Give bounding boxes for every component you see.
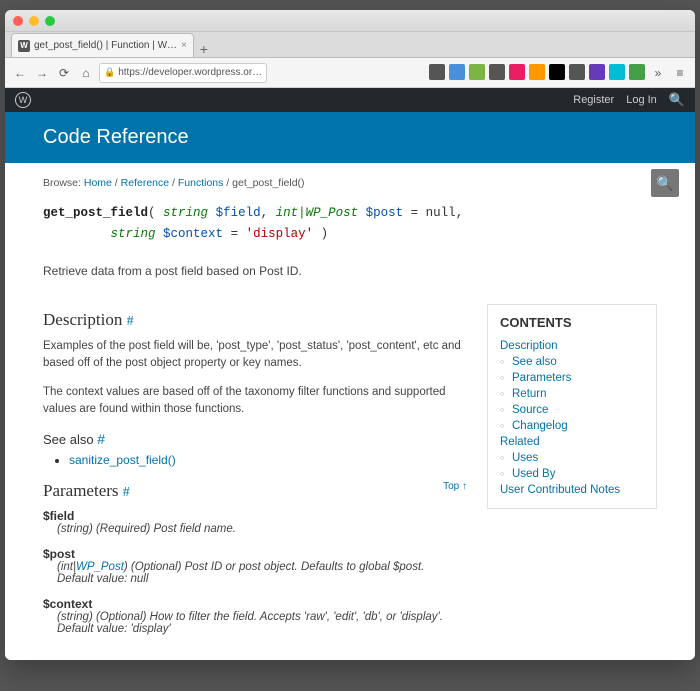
wp-admin-bar: W Register Log In 🔍	[5, 88, 695, 112]
wordpress-logo-icon[interactable]: W	[15, 92, 31, 108]
ext-icon[interactable]	[589, 64, 605, 80]
register-link[interactable]: Register	[573, 94, 614, 106]
toc-changelog[interactable]: Changelog	[500, 418, 644, 434]
top-link[interactable]: Top ↑	[443, 481, 467, 492]
toc-return[interactable]: Return	[500, 386, 644, 402]
fn-name: get_post_field	[43, 206, 148, 220]
toc-seealso[interactable]: See also	[500, 354, 644, 370]
maximize-window-button[interactable]	[45, 16, 55, 26]
tab-title: get_post_field() | Function | W…	[34, 40, 177, 51]
ext-icon[interactable]	[509, 64, 525, 80]
heading-text: Parameters	[43, 481, 119, 500]
param-type: int|WP_Post	[276, 206, 359, 220]
admin-search-icon[interactable]: 🔍	[669, 92, 685, 108]
wp-post-link[interactable]: WP_Post	[76, 561, 124, 573]
content-area: 🔍 Browse: Home / Reference / Functions /…	[5, 163, 695, 660]
param-type: string	[111, 227, 156, 241]
param-default: null	[426, 206, 456, 220]
toc-description[interactable]: Description	[500, 338, 644, 354]
close-tab-icon[interactable]: ×	[181, 40, 187, 51]
param-type: string	[163, 206, 208, 220]
menu-icon[interactable]: ≡	[671, 64, 689, 82]
login-link[interactable]: Log In	[626, 94, 657, 106]
ext-icon[interactable]	[449, 64, 465, 80]
breadcrumb-current: get_post_field()	[232, 177, 304, 189]
toc-title: CONTENTS	[500, 315, 644, 330]
search-button[interactable]: 🔍	[651, 169, 679, 197]
see-also-heading: See also #	[43, 431, 467, 447]
ext-icon[interactable]	[489, 64, 505, 80]
ext-icon[interactable]	[549, 64, 565, 80]
section-anchor[interactable]: #	[127, 314, 134, 329]
param-default: 'display'	[246, 227, 314, 241]
param-default: Default value: 'display'	[43, 623, 467, 635]
section-anchor[interactable]: #	[97, 431, 105, 447]
url-field[interactable]: 🔒 https://developer.wordpress.or…	[99, 63, 267, 83]
breadcrumb-functions[interactable]: Functions	[178, 177, 224, 189]
lock-icon: 🔒	[104, 67, 115, 78]
home-button[interactable]: ⌂	[77, 64, 95, 82]
overflow-icon[interactable]: »	[649, 64, 667, 82]
breadcrumb: Browse: Home / Reference / Functions / g…	[43, 177, 657, 189]
description-p1: Examples of the post field will be, 'pos…	[43, 338, 467, 373]
url-text: https://developer.wordpress.or…	[118, 67, 262, 78]
ext-icon[interactable]	[429, 64, 445, 80]
mac-titlebar	[5, 10, 695, 32]
close-window-button[interactable]	[13, 16, 23, 26]
toc-parameters[interactable]: Parameters	[500, 370, 644, 386]
minimize-window-button[interactable]	[29, 16, 39, 26]
param-post: $post (int|WP_Post) (Optional) Post ID o…	[43, 547, 467, 585]
toc-related[interactable]: Related	[500, 434, 644, 450]
ext-icon[interactable]	[609, 64, 625, 80]
param-desc: (string) (Optional) How to filter the fi…	[43, 611, 467, 623]
toc-uses[interactable]: Uses	[500, 450, 644, 466]
param-name: $field	[43, 509, 467, 523]
param-name: $post	[43, 547, 467, 561]
section-anchor[interactable]: #	[123, 485, 130, 500]
page-header: Code Reference	[5, 112, 695, 163]
description-heading: Description #	[43, 310, 467, 330]
param-desc: (string) (Required) Post field name.	[43, 523, 467, 535]
description-p2: The context values are based off of the …	[43, 384, 467, 419]
toc-notes[interactable]: User Contributed Notes	[500, 482, 644, 498]
heading-text: Description	[43, 310, 122, 329]
see-also-link[interactable]: sanitize_post_field()	[69, 453, 176, 467]
wordpress-favicon: W	[18, 40, 30, 52]
extension-icons: » ≡	[429, 64, 689, 82]
param-name: $context	[43, 597, 467, 611]
ext-icon[interactable]	[469, 64, 485, 80]
parameters-heading: Parameters #	[43, 481, 467, 501]
browser-tab[interactable]: W get_post_field() | Function | W… ×	[11, 33, 194, 57]
breadcrumb-prefix: Browse:	[43, 177, 81, 189]
param-default: Default value: null	[43, 573, 467, 585]
breadcrumb-home[interactable]: Home	[84, 177, 112, 189]
ext-icon[interactable]	[629, 64, 645, 80]
ext-icon[interactable]	[529, 64, 545, 80]
param-name: $field	[216, 206, 261, 220]
reload-button[interactable]: ⟳	[55, 64, 73, 82]
toc-usedby[interactable]: Used By	[500, 466, 644, 482]
heading-text: See also	[43, 432, 94, 447]
forward-button[interactable]: →	[33, 64, 51, 82]
back-button[interactable]: ←	[11, 64, 29, 82]
function-signature: get_post_field( string $field, int|WP_Po…	[43, 203, 657, 246]
ext-icon[interactable]	[569, 64, 585, 80]
param-context: $context (string) (Optional) How to filt…	[43, 597, 467, 635]
main-column: Description # Examples of the post field…	[43, 304, 467, 647]
param-desc: (int|WP_Post) (Optional) Post ID or post…	[43, 561, 467, 573]
browser-toolbar: ← → ⟳ ⌂ 🔒 https://developer.wordpress.or…	[5, 58, 695, 88]
new-tab-button[interactable]: +	[194, 41, 214, 57]
param-type-text: (int|	[57, 561, 76, 573]
function-summary: Retrieve data from a post field based on…	[43, 264, 657, 278]
param-name: $post	[366, 206, 404, 220]
page-title: Code Reference	[43, 126, 189, 148]
param-name: $context	[163, 227, 223, 241]
breadcrumb-reference[interactable]: Reference	[121, 177, 169, 189]
toc-sidebar: CONTENTS Description See also Parameters…	[487, 304, 657, 509]
toc-source[interactable]: Source	[500, 402, 644, 418]
browser-tabstrip: W get_post_field() | Function | W… × +	[5, 32, 695, 58]
param-field: $field (string) (Required) Post field na…	[43, 509, 467, 535]
param-desc-text: ) (Optional) Post ID or post object. Def…	[124, 561, 424, 573]
